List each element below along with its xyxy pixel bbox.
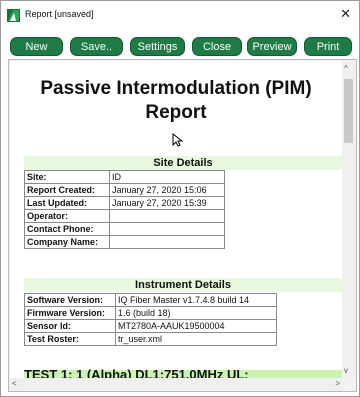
contact-phone-value [109, 222, 225, 236]
report-title-line-2: Report [145, 102, 207, 123]
test-heading: TEST 1: 1 (Alpha) DL1:751.0MHz UL: [24, 367, 249, 379]
table-row: Site: ID [24, 170, 225, 184]
close-button[interactable]: Close [192, 37, 242, 56]
instrument-details-table: Software Version: IQ Fiber Master v1.7.4.… [24, 293, 277, 346]
vertical-scrollbar[interactable]: ^ v [342, 61, 355, 378]
report-window: Report [unsaved] ✕ New Save.. Settings C… [0, 0, 360, 397]
table-row: Sensor Id: MT2780A-AAUK19500004 [24, 319, 277, 333]
site-details-table: Site: ID Report Created: January 27, 2020 … [24, 170, 225, 249]
scroll-right-icon[interactable]: > [335, 379, 340, 388]
new-button[interactable]: New [10, 37, 63, 56]
print-button[interactable]: Print [304, 37, 352, 56]
table-row: Company Name: [24, 235, 225, 249]
table-row: Last Updated: January 27, 2020 15:39 [24, 196, 225, 210]
contact-phone-key: Contact Phone: [24, 222, 110, 236]
toolbar: New Save.. Settings Close Preview Print [3, 31, 357, 61]
table-row: Software Version: IQ Fiber Master v1.7.4.… [24, 293, 277, 307]
report-title-line-1: Passive Intermodulation (PIM) [40, 78, 312, 99]
software-version-key: Software Version: [24, 293, 116, 307]
preview-button[interactable]: Preview [247, 37, 297, 56]
scroll-up-icon[interactable]: ^ [344, 64, 348, 73]
report-created-key: Report Created: [24, 183, 110, 197]
operator-value [109, 209, 225, 223]
table-row: Contact Phone: [24, 222, 225, 236]
title-bar: Report [unsaved] ✕ [1, 1, 359, 31]
scroll-down-icon[interactable]: v [344, 366, 348, 375]
company-name-key: Company Name: [24, 235, 110, 249]
report-document: Passive Intermodulation (PIM) Report Sit… [10, 61, 342, 378]
report-title: Passive Intermodulation (PIM) Report [10, 77, 342, 125]
software-version-value: IQ Fiber Master v1.7.4.8 build 14 [115, 293, 277, 307]
table-row: Firmware Version: 1.6 (build 18) [24, 306, 277, 320]
last-updated-key: Last Updated: [24, 196, 110, 210]
settings-button[interactable]: Settings [130, 37, 185, 56]
mouse-pointer-icon [172, 133, 184, 147]
operator-key: Operator: [24, 209, 110, 223]
sensor-id-key: Sensor Id: [24, 319, 116, 333]
table-row: Report Created: January 27, 2020 15:06 [24, 183, 225, 197]
company-name-value [109, 235, 225, 249]
vertical-scroll-thumb[interactable] [344, 79, 353, 143]
scroll-left-icon[interactable]: < [12, 379, 17, 388]
site-value: ID [109, 170, 225, 184]
test-roster-key: Test Roster: [24, 332, 116, 346]
report-created-value: January 27, 2020 15:06 [109, 183, 225, 197]
horizontal-scrollbar[interactable]: < > [10, 378, 342, 390]
firmware-version-value: 1.6 (build 18) [115, 306, 277, 320]
site-key: Site: [24, 170, 110, 184]
window-title: Report [unsaved] [25, 9, 94, 19]
app-logo-icon [7, 9, 20, 22]
save-button[interactable]: Save.. [70, 37, 123, 56]
table-row: Operator: [24, 209, 225, 223]
instrument-details-heading: Instrument Details [135, 279, 231, 291]
site-details-heading: Site Details [153, 157, 213, 169]
firmware-version-key: Firmware Version: [24, 306, 116, 320]
report-preview-frame: Passive Intermodulation (PIM) Report Sit… [8, 59, 357, 392]
test-roster-value: tr_user.xml [115, 332, 277, 346]
table-row: Test Roster: tr_user.xml [24, 332, 277, 346]
sensor-id-value: MT2780A-AAUK19500004 [115, 319, 277, 333]
close-window-icon[interactable]: ✕ [340, 7, 351, 20]
last-updated-value: January 27, 2020 15:39 [109, 196, 225, 210]
